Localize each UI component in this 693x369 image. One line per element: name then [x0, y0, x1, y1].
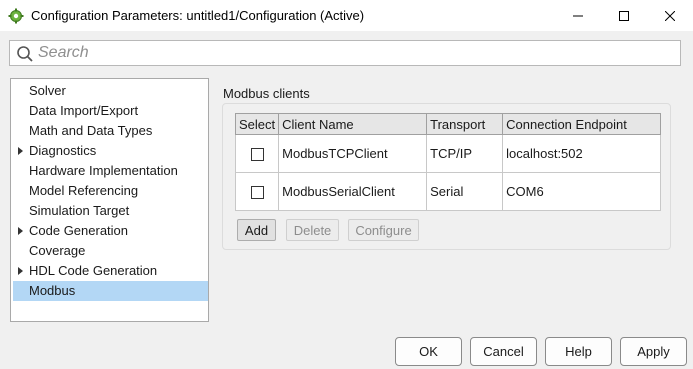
close-button[interactable] — [647, 0, 693, 31]
column-header-connection-endpoint[interactable]: Connection Endpoint — [502, 113, 662, 135]
tree-item-simulation-target[interactable]: Simulation Target — [13, 201, 208, 221]
tree-item-model-referencing[interactable]: Model Referencing — [13, 181, 208, 201]
table-row[interactable]: ModbusTCPClient TCP/IP localhost:502 — [234, 134, 662, 173]
tree-item-modbus[interactable]: Modbus — [13, 281, 208, 301]
modbus-clients-table: Select Client Name Transport Connection … — [234, 113, 662, 211]
tree-item-label: Data Import/Export — [29, 103, 139, 118]
maximize-icon — [619, 10, 629, 21]
cancel-button[interactable]: Cancel — [470, 337, 537, 366]
select-cell[interactable] — [234, 134, 280, 173]
tree-item-diagnostics[interactable]: Diagnostics — [13, 141, 208, 161]
tree-item-solver[interactable]: Solver — [13, 81, 208, 101]
maximize-button[interactable] — [601, 0, 647, 31]
column-header-client-name[interactable]: Client Name — [278, 113, 428, 135]
endpoint-cell[interactable]: COM6 — [502, 172, 662, 211]
search-box[interactable] — [9, 40, 681, 66]
tree-item-label: Model Referencing — [29, 183, 139, 198]
ok-button[interactable]: OK — [395, 337, 462, 366]
expand-arrow-icon[interactable] — [18, 267, 23, 275]
help-button[interactable]: Help — [545, 337, 612, 366]
tree-item-data-import-export[interactable]: Data Import/Export — [13, 101, 208, 121]
search-icon — [17, 46, 33, 62]
tree-item-label: Simulation Target — [29, 203, 130, 218]
column-header-transport[interactable]: Transport — [426, 113, 504, 135]
tree-item-label: Code Generation — [29, 223, 129, 238]
client-name-cell[interactable]: ModbusSerialClient — [278, 172, 428, 211]
expand-arrow-icon[interactable] — [18, 227, 23, 235]
endpoint-cell[interactable]: localhost:502 — [502, 134, 662, 173]
search-input[interactable] — [38, 43, 668, 63]
window-title: Configuration Parameters: untitled1/Conf… — [31, 8, 365, 23]
title-bar: Configuration Parameters: untitled1/Conf… — [0, 0, 693, 31]
select-cell[interactable] — [234, 172, 280, 211]
section-title: Modbus clients — [223, 86, 310, 101]
tree-item-hdl-code-generation[interactable]: HDL Code Generation — [13, 261, 208, 281]
add-button[interactable]: Add — [237, 219, 276, 241]
tree-item-label: Modbus — [29, 283, 76, 298]
tree-item-math-and-data-types[interactable]: Math and Data Types — [13, 121, 208, 141]
expand-arrow-icon[interactable] — [18, 147, 23, 155]
delete-button[interactable]: Delete — [286, 219, 339, 241]
tree-item-label: Diagnostics — [29, 143, 97, 158]
tree-item-coverage[interactable]: Coverage — [13, 241, 208, 261]
tree-item-label: Solver — [29, 83, 66, 98]
minimize-button[interactable] — [555, 0, 601, 31]
table-header-row: Select Client Name Transport Connection … — [234, 113, 662, 135]
transport-cell[interactable]: Serial — [426, 172, 504, 211]
apply-button[interactable]: Apply — [620, 337, 687, 366]
client-name-cell[interactable]: ModbusTCPClient — [278, 134, 428, 173]
select-checkbox[interactable] — [250, 186, 264, 200]
column-header-select[interactable]: Select — [234, 113, 280, 135]
tree-item-label: Coverage — [29, 243, 86, 258]
simulink-gear-icon — [8, 8, 24, 24]
configure-button[interactable]: Configure — [348, 219, 419, 241]
tree-item-label: Math and Data Types — [29, 123, 153, 138]
table-row[interactable]: ModbusSerialClient Serial COM6 — [234, 172, 662, 211]
minimize-icon — [573, 15, 583, 16]
transport-cell[interactable]: TCP/IP — [426, 134, 504, 173]
select-checkbox[interactable] — [250, 148, 264, 162]
tree-item-code-generation[interactable]: Code Generation — [13, 221, 208, 241]
close-icon — [665, 10, 675, 21]
tree-item-label: Hardware Implementation — [29, 163, 178, 178]
tree-item-label: HDL Code Generation — [29, 263, 158, 278]
category-tree[interactable]: Solver Data Import/Export Math and Data … — [10, 78, 209, 322]
tree-item-hardware-implementation[interactable]: Hardware Implementation — [13, 161, 208, 181]
